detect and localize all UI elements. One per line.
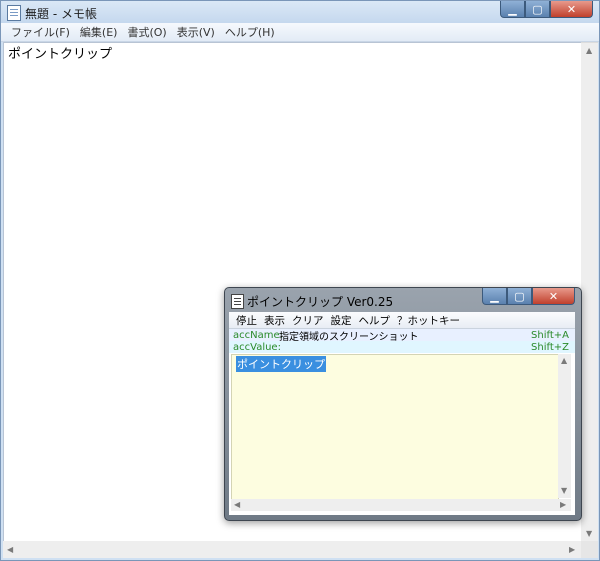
menu-file[interactable]: ファイル(F) [11,24,70,40]
maximize-icon: ▢ [532,2,543,16]
scroll-left-icon[interactable]: ◀ [7,545,13,554]
notepad-content: ポイントクリップ [8,47,113,62]
menu-edit[interactable]: 編集(E) [80,24,118,40]
notepad-maximize-button[interactable]: ▢ [525,1,550,18]
notepad-title-bar[interactable]: 無題 - メモ帳 ▁ ▢ ✕ [1,1,599,23]
scroll-up-icon[interactable]: ▲ [586,46,592,55]
pointclip-maximize-button[interactable]: ▢ [507,288,532,305]
pointclip-close-button[interactable]: ✕ [532,288,575,305]
minimize-icon: ▁ [490,289,499,303]
maximize-icon: ▢ [514,289,525,303]
acc-name-row: accName: 指定領域のスクリーンショット Shift+A [229,329,575,343]
menu-view[interactable]: 表示(V) [177,24,215,40]
scroll-left-icon[interactable]: ◀ [234,500,240,509]
menu-hotkey[interactable]: ？ホットキー [397,313,460,328]
menu-clear[interactable]: クリア [292,313,324,328]
menu-help[interactable]: ヘルプ(H) [225,24,275,40]
notepad-title: 無題 - メモ帳 [25,7,97,21]
scroll-down-icon[interactable]: ▼ [561,486,567,495]
notepad-menu-bar: ファイル(F) 編集(E) 書式(O) 表示(V) ヘルプ(H) [1,23,599,42]
pointclip-window: ポイントクリップ Ver0.25 ▁ ▢ ✕ 停止 表示 クリア 設定 ヘルプ … [224,287,582,521]
notepad-vertical-scrollbar[interactable]: ▲ ▼ [581,42,598,542]
pointclip-title: ポイントクリップ Ver0.25 [247,295,394,309]
acc-name-label: accName: [233,329,283,341]
scroll-up-icon[interactable]: ▲ [561,356,567,365]
scroll-down-icon[interactable]: ▼ [586,529,592,538]
selected-text[interactable]: ポイントクリップ [236,356,326,372]
menu-settings[interactable]: 設定 [331,313,352,328]
notepad-minimize-button[interactable]: ▁ [500,1,525,18]
notepad-close-button[interactable]: ✕ [550,1,593,18]
acc-value-row: accValue: Shift+Z [229,341,575,353]
menu-stop[interactable]: 停止 [236,313,257,328]
acc-value-hotkey: Shift+Z [531,341,569,353]
menu-view[interactable]: 表示 [264,313,285,328]
close-icon: ✕ [566,2,577,16]
acc-name-hotkey: Shift+A [531,329,569,341]
pointclip-app-icon[interactable] [231,294,244,309]
scroll-right-icon[interactable]: ▶ [560,500,566,509]
pointclip-vertical-scrollbar[interactable]: ▲ ▼ [558,354,571,498]
minimize-icon: ▁ [508,2,517,16]
close-icon: ✕ [548,289,559,303]
pointclip-menu-bar: 停止 表示 クリア 設定 ヘルプ ？ホットキー [229,312,575,329]
notepad-horizontal-scrollbar[interactable]: ◀ ▶ [3,541,581,558]
menu-help[interactable]: ヘルプ [359,313,391,328]
menu-format[interactable]: 書式(O) [127,24,166,40]
pointclip-text-area[interactable]: ポイントクリップ [231,354,559,500]
scroll-right-icon[interactable]: ▶ [569,545,575,554]
pointclip-horizontal-scrollbar[interactable]: ◀ ▶ [231,499,571,511]
pointclip-minimize-button[interactable]: ▁ [482,288,507,305]
acc-value-label: accValue: [233,341,281,353]
notepad-app-icon[interactable] [7,5,21,21]
pointclip-client-area: 停止 表示 クリア 設定 ヘルプ ？ホットキー accName: 指定領域のスク… [229,312,575,515]
notepad-resize-grip[interactable] [581,541,598,558]
